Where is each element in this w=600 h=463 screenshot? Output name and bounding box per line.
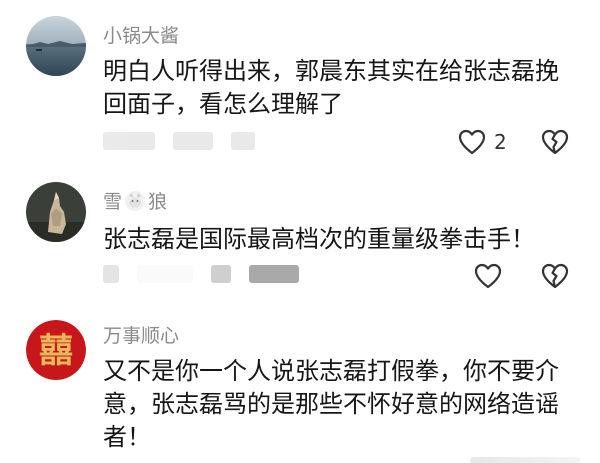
like-count: 2 bbox=[494, 130, 507, 154]
broken-heart-icon bbox=[541, 263, 569, 289]
heart-icon bbox=[458, 129, 486, 155]
username[interactable]: 雪 狼 bbox=[103, 187, 167, 214]
dislike-button[interactable] bbox=[541, 127, 569, 157]
comment-meta bbox=[103, 263, 299, 285]
svg-text:囍: 囍 bbox=[39, 331, 73, 371]
comment-item: 雪 狼 张志磊是国际最高档次的重量级拳击手！ bbox=[0, 165, 600, 305]
howling-wolf-avatar-icon bbox=[26, 182, 86, 242]
heart-icon bbox=[474, 263, 502, 289]
wolf-emoji-icon bbox=[124, 190, 146, 212]
broken-heart-icon bbox=[541, 129, 569, 155]
avatar[interactable]: 囍 bbox=[26, 320, 86, 380]
lake-landscape-avatar-icon bbox=[26, 16, 86, 76]
dislike-button[interactable] bbox=[541, 261, 569, 291]
scroll-indicator bbox=[470, 457, 580, 463]
username[interactable]: 小锅大酱 bbox=[103, 21, 179, 48]
comment-item: 小锅大酱 明白人听得出来，郭晨东其实在给张志磊挽回面子，看怎么理解了 2 bbox=[0, 0, 600, 165]
comment-meta bbox=[103, 130, 255, 152]
comment-text: 又不是你一个人说张志磊打假拳，你不要介意，张志磊骂的是那些不怀好意的网络造谣者！ bbox=[103, 357, 559, 451]
comment-text: 明白人听得出来，郭晨东其实在给张志磊挽回面子，看怎么理解了 bbox=[103, 57, 559, 118]
comment-text: 张志磊是国际最高档次的重量级拳击手！ bbox=[103, 225, 535, 253]
username[interactable]: 万事顺心 bbox=[103, 321, 179, 348]
like-button[interactable]: 2 bbox=[458, 127, 507, 157]
red-calligraphy-seal-avatar-icon: 囍 bbox=[26, 320, 86, 380]
comment-item: 囍 万事顺心 又不是你一个人说张志磊打假拳，你不要介意，张志磊骂的是那些不怀好意… bbox=[0, 305, 600, 463]
avatar[interactable] bbox=[26, 182, 86, 242]
avatar[interactable] bbox=[26, 16, 86, 76]
like-button[interactable] bbox=[474, 261, 502, 291]
